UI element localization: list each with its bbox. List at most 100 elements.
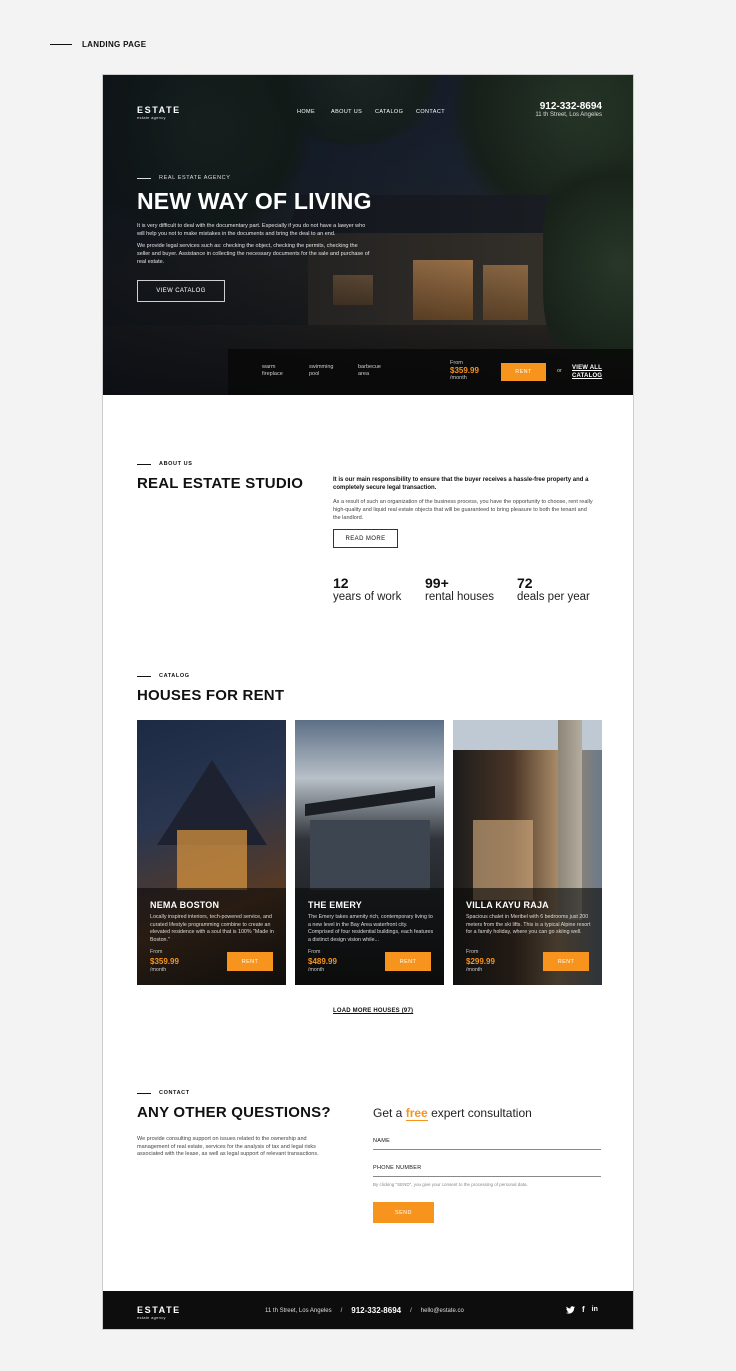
- stat-houses: 99+ rental houses: [425, 575, 494, 603]
- nav-home[interactable]: HOME: [297, 109, 315, 115]
- label-line: [50, 44, 72, 45]
- header-contact: 912-332-8694 11 th Street, Los Angeles: [535, 101, 602, 118]
- hero-eyebrow: REAL ESTATE AGENCY: [137, 175, 231, 181]
- name-field-label: NAME: [373, 1138, 391, 1144]
- card-price-period: /month: [466, 967, 483, 973]
- send-button[interactable]: SEND: [373, 1202, 434, 1223]
- stat-number: 72: [517, 575, 533, 591]
- feature-barbecue: barbecue area: [358, 364, 381, 377]
- or-text: or: [557, 368, 562, 374]
- card-rent-button[interactable]: RENT: [227, 952, 273, 971]
- card-price: $489.99: [308, 957, 337, 966]
- footer-contact-line: 11 th Street, Los Angeles / 912-332-8694…: [265, 1306, 464, 1315]
- consultation-heading: Get a free expert consultation: [373, 1106, 532, 1121]
- nav-catalog[interactable]: CATALOG: [375, 109, 403, 115]
- stat-deals: 72 deals per year: [517, 575, 590, 603]
- load-more-link[interactable]: LOAD MORE HOUSES (97): [333, 1008, 413, 1014]
- consult-free: free: [405, 1106, 428, 1121]
- card-rent-button[interactable]: RENT: [385, 952, 431, 971]
- card-price-from: From: [308, 949, 321, 955]
- price-value: $359.99: [450, 366, 479, 375]
- logo-wordmark: ESTATE: [137, 105, 181, 115]
- landing-page-frame: ESTATE estate agency HOME ABOUT US CATAL…: [102, 74, 634, 1330]
- view-all-line-2: CATALOG: [572, 373, 603, 379]
- card-price-period: /month: [308, 967, 325, 973]
- contact-eyebrow: CONTACT: [137, 1090, 190, 1096]
- consult-pre: Get a: [373, 1106, 403, 1120]
- footer-logo-tagline: estate agency: [137, 1315, 166, 1320]
- header-phone[interactable]: 912-332-8694: [535, 101, 602, 112]
- card-price: $299.99: [466, 957, 495, 966]
- about-lead: It is our main responsibility to ensure …: [333, 477, 589, 491]
- phone-field-label: PHONE NUMBER: [373, 1165, 422, 1171]
- hero-section: ESTATE estate agency HOME ABOUT US CATAL…: [103, 75, 633, 395]
- stat-label: years of work: [333, 591, 402, 603]
- about-title: REAL ESTATE STUDIO: [137, 475, 304, 492]
- social-links: f in: [566, 1305, 598, 1314]
- eyebrow-line: [137, 177, 151, 179]
- catalog-title: HOUSES FOR RENT: [137, 687, 285, 704]
- card-description: Locally inspired interiors, tech-powered…: [150, 914, 274, 944]
- footer-email[interactable]: hello@estate.co: [421, 1308, 464, 1314]
- stat-years: 12 years of work: [333, 575, 401, 603]
- catalog-eyebrow: CATALOG: [137, 673, 190, 679]
- eyebrow-line: [137, 1092, 151, 1094]
- about-eyebrow: ABOUT US: [137, 461, 193, 467]
- phone-field-line: [373, 1176, 601, 1177]
- card-price-period: /month: [150, 967, 167, 973]
- stat-number: 99+: [425, 575, 449, 591]
- card-title: THE EMERY: [308, 900, 362, 910]
- contact-text: We provide consulting support on issues …: [137, 1136, 319, 1158]
- footer-separator: /: [410, 1307, 412, 1314]
- view-catalog-button[interactable]: VIEW CATALOG: [137, 280, 225, 302]
- hero-paragraph-1: It is very difficult to deal with the do…: [137, 223, 366, 237]
- card-rent-button[interactable]: RENT: [543, 952, 589, 971]
- eyebrow-line: [137, 675, 151, 677]
- house-card[interactable]: VILLA KAYU RAJA Spacious chalet in Merib…: [453, 720, 602, 985]
- name-field-line: [373, 1149, 601, 1150]
- linkedin-icon[interactable]: in: [592, 1306, 598, 1313]
- house-card[interactable]: NEMA BOSTON Locally inspired interiors, …: [137, 720, 286, 985]
- card-price-from: From: [466, 949, 479, 955]
- brand-logo[interactable]: ESTATE estate agency: [137, 105, 181, 120]
- footer-logo[interactable]: ESTATE estate agency: [137, 1305, 181, 1320]
- about-eyebrow-text: ABOUT US: [159, 461, 193, 467]
- page-label: LANDING PAGE: [50, 40, 146, 49]
- hero-eyebrow-text: REAL ESTATE AGENCY: [159, 175, 231, 181]
- hero-info-bar: warm fireplace swimming pool barbecue ar…: [228, 349, 633, 395]
- card-price: $359.99: [150, 957, 179, 966]
- nav-about-us[interactable]: ABOUT US: [331, 109, 362, 115]
- twitter-icon[interactable]: [566, 1305, 575, 1314]
- footer: ESTATE estate agency 11 th Street, Los A…: [103, 1291, 633, 1329]
- about-text: As a result of such an organization of t…: [333, 499, 593, 521]
- footer-phone[interactable]: 912-332-8694: [351, 1306, 401, 1315]
- footer-separator: /: [340, 1307, 343, 1314]
- consent-text: By clicking "SEND", you give your consen…: [373, 1182, 528, 1187]
- hero-price: From $359.99 /month: [450, 360, 479, 381]
- phone-field[interactable]: PHONE NUMBER: [373, 1165, 601, 1177]
- feature-fireplace: warm fireplace: [262, 364, 283, 377]
- feature-pool: swimming pool: [309, 364, 334, 377]
- house-card[interactable]: THE EMERY The Emery takes amenity rich, …: [295, 720, 444, 985]
- card-price-from: From: [150, 949, 163, 955]
- contact-title: ANY OTHER QUESTIONS?: [137, 1104, 331, 1121]
- view-all-catalog-link[interactable]: VIEW ALL CATALOG: [572, 364, 602, 380]
- hero-title: NEW WAY OF LIVING: [137, 188, 372, 214]
- stat-number: 12: [333, 575, 349, 591]
- price-period: /month: [450, 375, 467, 381]
- read-more-button[interactable]: READ MORE: [333, 529, 398, 548]
- eyebrow-line: [137, 463, 151, 465]
- stat-label: deals per year: [517, 591, 590, 603]
- hero-rent-button[interactable]: RENT: [501, 363, 546, 381]
- card-description: Spacious chalet in Meribel with 6 bedroo…: [466, 914, 591, 936]
- facebook-icon[interactable]: f: [582, 1305, 585, 1314]
- card-title: NEMA BOSTON: [150, 900, 220, 910]
- name-field[interactable]: NAME: [373, 1138, 601, 1150]
- stat-label: rental houses: [425, 591, 495, 603]
- nav-contact[interactable]: CONTACT: [416, 109, 445, 115]
- consult-post: expert consultation: [431, 1106, 532, 1120]
- page-label-text: LANDING PAGE: [82, 40, 147, 49]
- header-address: 11 th Street, Los Angeles: [535, 112, 602, 118]
- contact-eyebrow-text: CONTACT: [159, 1090, 190, 1096]
- catalog-eyebrow-text: CATALOG: [159, 673, 190, 679]
